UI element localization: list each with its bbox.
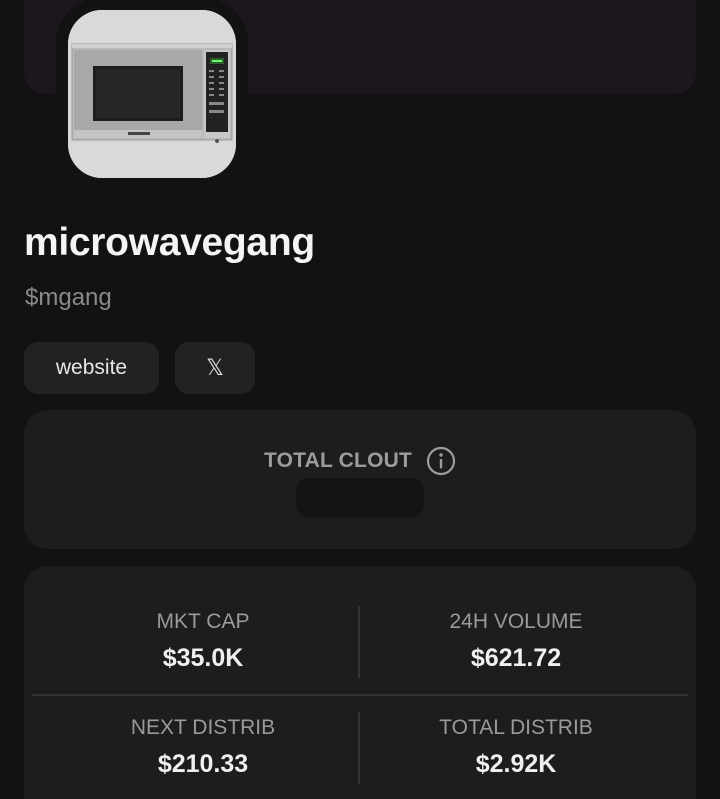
- next-distrib-label: NEXT DISTRIB: [130, 716, 276, 739]
- mkt-cap-value: $35.0K: [162, 644, 244, 672]
- token-ticker: $mgang: [25, 284, 112, 311]
- x-logo-icon: 𝕏: [206, 355, 224, 380]
- mkt-cap-label: MKT CAP: [156, 610, 250, 633]
- total-clout-card: TOTAL CLOUT: [24, 410, 696, 549]
- token-name: microwavegang: [24, 221, 315, 264]
- volume-label: 24H VOLUME: [449, 610, 583, 633]
- info-icon[interactable]: [426, 446, 456, 476]
- total-clout-label: TOTAL CLOUT: [263, 449, 413, 472]
- total-distrib-label: TOTAL DISTRIB: [439, 716, 593, 739]
- next-distrib-stat: NEXT DISTRIB $210.33: [48, 715, 358, 779]
- x-button[interactable]: 𝕏: [175, 342, 255, 394]
- total-clout-value-placeholder: [296, 478, 424, 517]
- volume-value: $621.72: [470, 644, 562, 672]
- token-avatar: [68, 10, 236, 178]
- microwave-icon: [68, 10, 236, 178]
- mkt-cap-stat: MKT CAP $35.0K: [48, 609, 358, 673]
- divider: [32, 694, 688, 696]
- stats-card: MKT CAP $35.0K 24H VOLUME $621.72 NEXT D…: [24, 566, 696, 799]
- total-distrib-value: $2.92K: [475, 750, 557, 778]
- website-button[interactable]: website: [24, 342, 159, 394]
- website-button-label: website: [55, 356, 128, 379]
- total-clout-header: TOTAL CLOUT: [24, 446, 696, 476]
- volume-stat: 24H VOLUME $621.72: [360, 609, 672, 673]
- token-page: microwavegang $mgang website 𝕏 TOTAL CLO…: [0, 0, 720, 799]
- next-distrib-value: $210.33: [157, 750, 249, 778]
- total-distrib-stat: TOTAL DISTRIB $2.92K: [360, 715, 672, 779]
